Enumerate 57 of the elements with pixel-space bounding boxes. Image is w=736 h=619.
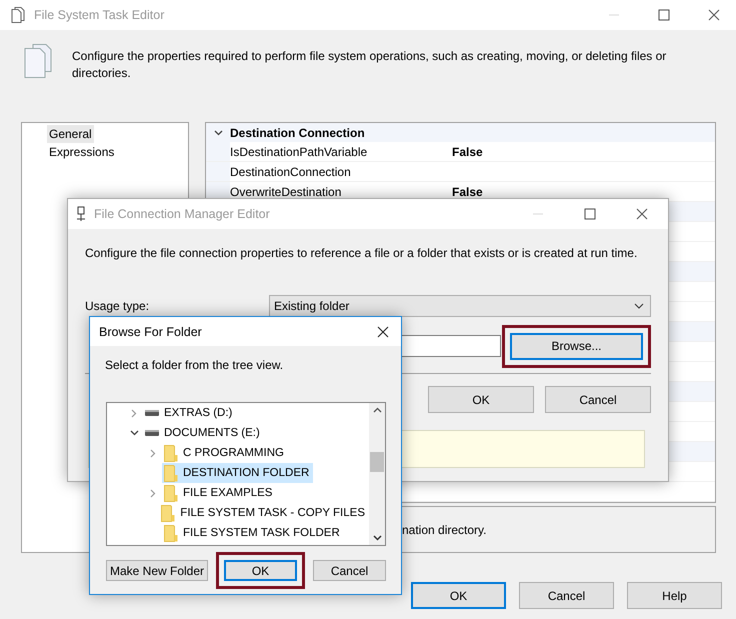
close-icon[interactable] — [708, 9, 720, 21]
folder-icon — [164, 524, 178, 542]
description-text: Configure the properties required to perform file system operations, such as creating, moving, or deleting files or directories. — [72, 48, 668, 82]
collapsed-chevron-icon[interactable] — [150, 488, 156, 498]
dialog-button[interactable]: Make New Folder — [106, 560, 208, 581]
close-icon[interactable] — [636, 208, 648, 220]
property-name: OverwriteDestination — [230, 184, 342, 198]
plug-icon — [76, 206, 86, 222]
documents-icon — [24, 44, 52, 78]
tree-item[interactable]: FILE SYSTEM TASK FOLDER — [162, 523, 344, 543]
maximize-icon[interactable] — [584, 208, 596, 220]
folder-icon — [164, 444, 178, 462]
property-name: IsDestinationPathVariable — [230, 144, 368, 158]
scroll-thumb[interactable] — [370, 452, 384, 472]
nav-item[interactable]: Expressions — [47, 143, 116, 161]
usage-type-dropdown[interactable]: Existing folder — [269, 295, 651, 317]
folder-icon — [164, 464, 178, 482]
dialog-button[interactable]: OK — [224, 560, 297, 581]
folder-icon — [164, 484, 178, 502]
tree-item[interactable]: C PROGRAMMING — [162, 443, 288, 463]
property-name: DestinationConnection — [230, 164, 352, 178]
collapsed-chevron-icon[interactable] — [131, 408, 137, 418]
window-title: File Connection Manager Editor — [94, 207, 271, 221]
dialog-button[interactable]: Cancel — [313, 560, 386, 581]
tree-item[interactable]: DOCUMENTS (E:) — [143, 423, 264, 443]
dialog-button[interactable]: OK — [411, 582, 506, 609]
dialog-button[interactable]: Help — [627, 582, 722, 609]
folder-icon — [161, 504, 176, 522]
collapsed-chevron-icon[interactable] — [150, 448, 156, 458]
field-label: Usage type: — [85, 299, 150, 313]
close-icon[interactable] — [377, 326, 389, 338]
expanded-chevron-icon[interactable] — [130, 430, 138, 436]
help-text: nation directory. — [402, 522, 486, 536]
dialog-button[interactable]: OK — [428, 386, 534, 413]
tree-item[interactable]: EXTRAS (D:) — [143, 403, 236, 423]
documents-icon — [10, 7, 26, 23]
nav-item[interactable]: General — [47, 125, 94, 143]
property-value[interactable]: False — [452, 142, 715, 161]
browse-button[interactable]: Browse... — [510, 332, 643, 360]
tree-item[interactable]: FILE SYSTEM TASK - COPY FILES — [159, 503, 369, 523]
drive-icon — [145, 409, 159, 417]
description-text: Configure the file connection properties to reference a file or a folder that exists or is created at run time. — [85, 246, 638, 260]
instruction-text: Select a folder from the tree view. — [105, 358, 284, 372]
maximize-icon[interactable] — [658, 9, 670, 21]
window-title: Browse For Folder — [99, 324, 203, 338]
scrollbar[interactable] — [369, 403, 385, 545]
scroll-up-icon[interactable] — [372, 407, 382, 413]
dialog-button[interactable]: Cancel — [519, 582, 614, 609]
property-value[interactable]: False — [452, 182, 715, 201]
dialog-button[interactable]: Cancel — [545, 386, 651, 413]
expanded-chevron-icon[interactable] — [214, 130, 222, 136]
window-title: File System Task Editor — [34, 8, 166, 22]
tree-item[interactable]: DESTINATION FOLDER — [162, 463, 314, 483]
category-header: Destination Connection — [230, 126, 365, 140]
drive-icon — [145, 429, 159, 437]
scroll-down-icon[interactable] — [372, 535, 382, 541]
tree-item[interactable]: FILE EXAMPLES — [162, 483, 276, 503]
